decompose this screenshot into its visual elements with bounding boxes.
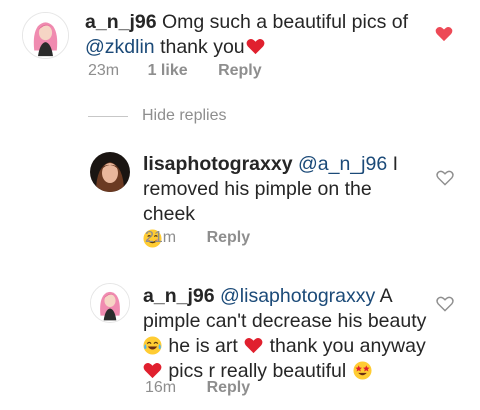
reply1-avatar[interactable] bbox=[90, 152, 130, 192]
commenter-avatar[interactable] bbox=[22, 12, 69, 59]
reply2-reply-button[interactable]: Reply bbox=[207, 379, 251, 397]
reply1-body-1: I bbox=[387, 153, 399, 175]
reply2-body-3b: thank you anyway bbox=[264, 335, 426, 357]
reply2-body-2: pimple can't decrease his beauty bbox=[143, 310, 427, 332]
star-struck-emoji-icon bbox=[353, 361, 372, 380]
comment-time: 23m bbox=[88, 62, 120, 79]
red-heart-emoji-icon bbox=[246, 37, 265, 56]
like-reply2-heart-icon[interactable] bbox=[436, 296, 454, 312]
comment-body: Omg such a beautiful pics of bbox=[161, 11, 409, 33]
reply1-reply-button[interactable]: Reply bbox=[207, 229, 251, 247]
comment-text: a_n_j96 Omg such a beautiful pics of @zk… bbox=[85, 10, 415, 60]
reply2-text: a_n_j96 @lisaphotograxxy A pimple can't … bbox=[143, 284, 428, 384]
comment-reply-button[interactable]: Reply bbox=[218, 62, 262, 80]
reply2-avatar[interactable] bbox=[90, 283, 130, 323]
reply2-body-3a: he is art bbox=[163, 335, 244, 357]
comment-body-end: thank you bbox=[154, 36, 245, 58]
comment-likes-link[interactable]: 1 like bbox=[148, 62, 188, 80]
tears-of-joy-emoji-icon bbox=[143, 336, 162, 355]
reply2-time: 16m bbox=[145, 379, 177, 396]
hide-replies-divider bbox=[88, 116, 128, 117]
reply1-meta: 21m Reply bbox=[145, 229, 250, 247]
red-heart-emoji-icon bbox=[143, 361, 162, 380]
avatar-photo-brown-hair bbox=[90, 152, 130, 192]
reply2-body-1: A bbox=[375, 285, 393, 307]
reply1-time: 21m bbox=[145, 229, 177, 246]
red-heart-emoji-icon bbox=[244, 336, 263, 355]
reply2-mention[interactable]: @lisaphotograxxy bbox=[220, 285, 375, 307]
avatar-illustration-pink-hair bbox=[91, 284, 129, 322]
like-comment-heart-icon[interactable] bbox=[435, 26, 453, 42]
comment-mention[interactable]: @zkdlin bbox=[85, 36, 155, 58]
hide-replies-button[interactable]: Hide replies bbox=[142, 107, 226, 125]
reply1-mention[interactable]: @a_n_j96 bbox=[298, 153, 387, 175]
reply2-meta: 16m Reply bbox=[145, 379, 250, 397]
comment-meta: 23m 1 like Reply bbox=[88, 62, 262, 80]
reply1-body-2: removed his pimple on the cheek bbox=[143, 178, 372, 225]
reply1-username[interactable]: lisaphotograxxy bbox=[143, 153, 293, 175]
reply2-username[interactable]: a_n_j96 bbox=[143, 285, 215, 307]
avatar-illustration-pink-hair bbox=[23, 13, 68, 58]
comment-username[interactable]: a_n_j96 bbox=[85, 11, 157, 33]
like-reply1-heart-icon[interactable] bbox=[436, 170, 454, 186]
